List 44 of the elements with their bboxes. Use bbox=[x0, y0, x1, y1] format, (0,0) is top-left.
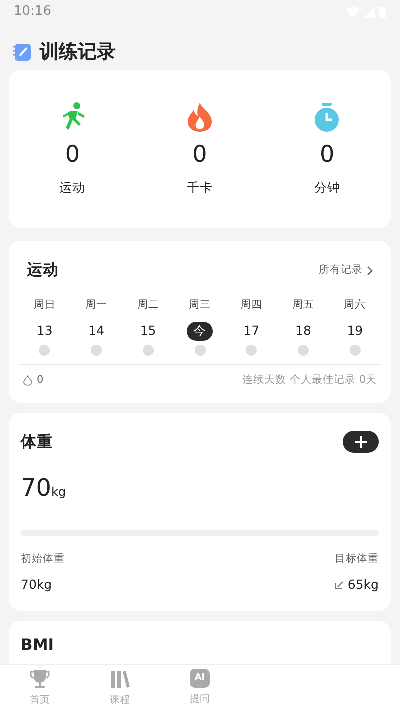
target-weight-label: 目标体重 bbox=[335, 552, 379, 567]
edit-icon bbox=[334, 580, 344, 590]
stat-value: 0 bbox=[192, 144, 208, 167]
weekday-label: 周日 bbox=[34, 298, 56, 314]
weekday-label: 周六 bbox=[344, 298, 366, 314]
add-weight-button[interactable] bbox=[343, 431, 379, 454]
section-title: 体重 bbox=[21, 432, 53, 453]
ai-chat-icon: AI bbox=[190, 669, 210, 688]
date-label[interactable]: 13 bbox=[32, 322, 58, 341]
plus-icon bbox=[354, 435, 368, 450]
weight-unit: kg bbox=[52, 484, 66, 501]
chevron-right-icon bbox=[367, 266, 373, 276]
stopwatch-icon bbox=[313, 102, 342, 132]
weekday-label: 周二 bbox=[137, 298, 160, 314]
start-weight-value: 70kg bbox=[21, 576, 54, 594]
weekday-label: 周一 bbox=[86, 298, 108, 314]
date-label[interactable]: 17 bbox=[238, 322, 265, 341]
date-label[interactable]: 今 bbox=[187, 322, 214, 341]
stat-label: 运动 bbox=[60, 179, 86, 197]
section-title: BMI bbox=[21, 636, 54, 654]
weight-value: 70 bbox=[21, 473, 52, 504]
date-label[interactable]: 18 bbox=[290, 322, 316, 341]
notebook-icon bbox=[12, 42, 32, 62]
weekday-label: 周三 bbox=[189, 298, 212, 314]
weekday-label: 周五 bbox=[292, 298, 314, 314]
stat-label: 千卡 bbox=[186, 179, 213, 197]
all-records-link[interactable]: 所有记录 bbox=[319, 262, 373, 278]
streak-count: 0 bbox=[37, 373, 44, 388]
weekday-label: 周四 bbox=[240, 298, 263, 314]
date-label[interactable]: 19 bbox=[342, 322, 368, 341]
best-record-text: 连续天数 个人最佳记录 0天 bbox=[242, 373, 377, 388]
stat-value: 0 bbox=[320, 144, 335, 167]
date-label[interactable]: 15 bbox=[135, 322, 162, 341]
start-weight-label: 初始体重 bbox=[21, 552, 65, 567]
books-icon bbox=[110, 669, 130, 689]
stat-value: 0 bbox=[65, 144, 80, 167]
target-weight-value: 65kg bbox=[348, 576, 379, 594]
section-title: 运动 bbox=[27, 260, 59, 281]
stat-label: 分钟 bbox=[314, 179, 340, 197]
status-time: 10:16 bbox=[14, 3, 52, 22]
date-label[interactable]: 14 bbox=[84, 322, 110, 341]
page-title: 训练记录 bbox=[40, 40, 116, 65]
trophy-icon bbox=[30, 669, 50, 689]
flame-icon bbox=[186, 102, 213, 132]
